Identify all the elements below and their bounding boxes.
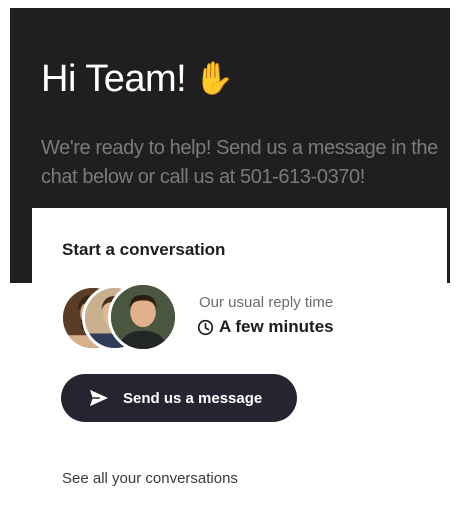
conversation-card: Start a conversation Our usual reply tim… <box>32 208 447 506</box>
team-avatars <box>60 282 180 354</box>
reply-time: A few minutes <box>197 317 334 337</box>
chat-widget: Hi Team! ✋ We're ready to help! Send us a… <box>0 0 457 506</box>
see-all-conversations-link[interactable]: See all your conversations <box>62 470 238 487</box>
waving-hand-icon: ✋ <box>194 59 234 97</box>
greeting-heading: Hi Team! ✋ <box>41 58 234 101</box>
send-message-label: Send us a message <box>123 389 263 407</box>
clock-icon <box>197 319 214 335</box>
team-member-avatar <box>108 282 178 352</box>
card-title: Start a conversation <box>62 240 226 259</box>
reply-time-value: A few minutes <box>219 317 334 336</box>
greeting-text: Hi Team! <box>41 58 187 100</box>
intro-text: We're ready to help! Send us a message i… <box>41 137 438 188</box>
send-message-button[interactable]: Send us a message <box>61 374 297 422</box>
reply-time-label: Our usual reply time <box>199 294 334 311</box>
paper-plane-icon <box>90 389 108 407</box>
